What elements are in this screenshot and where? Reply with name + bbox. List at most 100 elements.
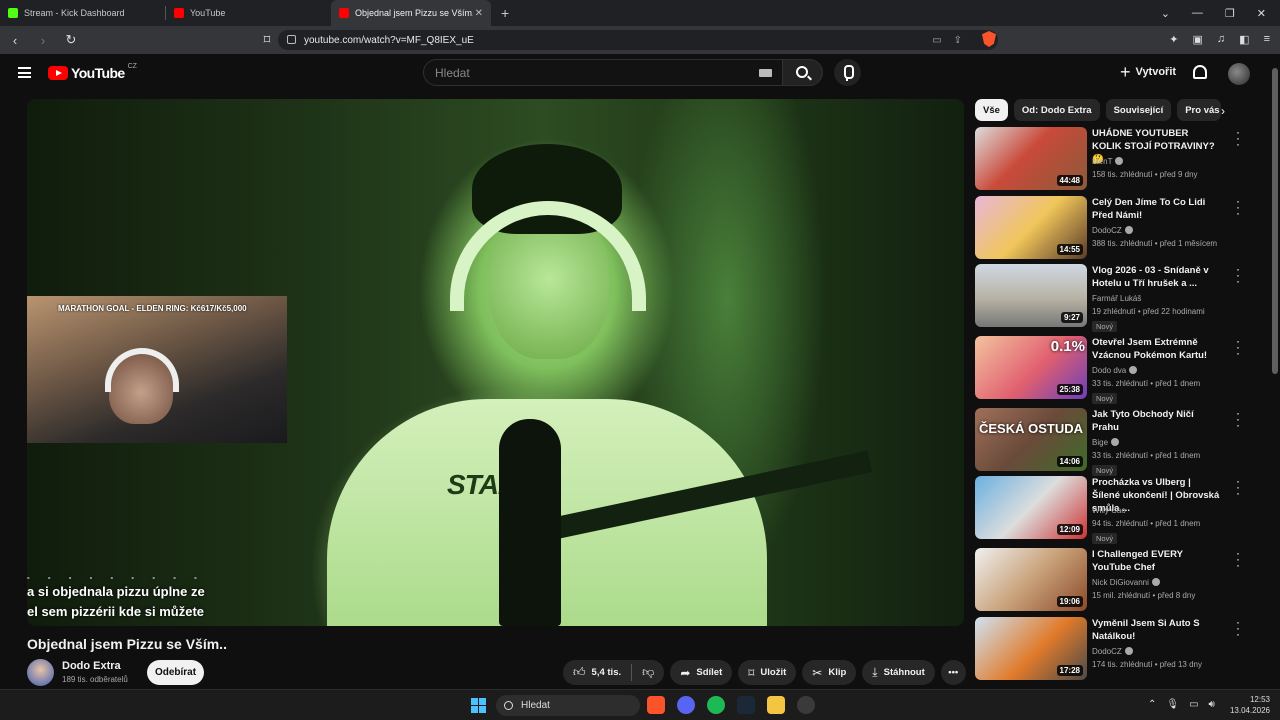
search-button[interactable] [783,59,823,86]
recommendation-item[interactable]: 9:27 Vlog 2026 - 03 - Snídaně v Hotelu u … [975,263,1265,332]
recommendation-channel[interactable]: Nick DiGiovanni [1092,578,1160,587]
scrollbar-thumb[interactable] [1272,68,1278,374]
recommendation-item[interactable]: 44:48 UHÁDNE YOUTUBER KOLIK STOJÍ POTRAVI… [975,126,1265,191]
video-thumbnail[interactable]: 12:09 [975,476,1087,539]
recommendation-item[interactable]: 12:09 Procházka vs Ulberg | Šílené ukonče… [975,475,1265,544]
channel-name[interactable]: Dodo Extra [62,660,121,672]
menu-icon[interactable]: ≡ [1264,33,1270,46]
more-actions-button[interactable]: ••• [940,660,966,685]
recommendation-channel[interactable]: DodoCZ [1092,226,1133,235]
more-options-icon[interactable]: · · · [1234,547,1242,571]
url-field[interactable]: youtube.com/watch?v=MF_Q8IEX_uE ▭ ⇪ [278,30,998,50]
browser-tab-youtube[interactable]: YouTube [166,0,331,26]
recommendation-item[interactable]: 14:55 Celý Den Jíme To Co Lidi Před Námi!… [975,195,1265,260]
clip-button[interactable]: ✂ Klip [802,660,857,685]
recommendation-channel[interactable]: Farmář Lukáš [1092,294,1141,303]
more-options-icon[interactable]: · · · [1234,126,1242,150]
recommendation-channel[interactable]: DodoCZ [1092,647,1133,656]
close-window-icon[interactable]: ✕ [1257,7,1266,20]
save-button[interactable]: ⌑ Uložit [738,660,797,685]
more-options-icon[interactable]: · · · [1234,475,1242,499]
account-avatar[interactable] [1228,63,1250,85]
recommendation-item[interactable]: 0.1% 25:38 Otevřel Jsem Extrémně Vzácnou P… [975,335,1265,404]
recommendation-channel[interactable]: Bige [1092,438,1120,447]
recommendation-item[interactable]: ČESKÁ OSTUDA 14:06 Jak Tyto Obchody Ničí P… [975,407,1265,476]
extensions-icon[interactable]: ✦ [1169,33,1178,46]
dislike-button[interactable]: 👎︎ [632,660,665,685]
chevron-up-icon[interactable]: ⌃ [1148,699,1156,710]
volume-icon[interactable]: 🔊︎ [1209,699,1215,710]
recommendation-title[interactable]: I Challenged EVERY YouTube Chef [1092,548,1220,574]
video-thumbnail[interactable]: 9:27 [975,264,1087,327]
search-input[interactable]: Hledat [423,59,783,86]
recommendation-item[interactable]: 19:06 I Challenged EVERY YouTube Chef Nick… [975,547,1265,612]
back-icon[interactable]: ‹ [6,33,24,48]
discord-icon[interactable] [677,696,695,714]
create-button[interactable]: + Vytvořit [1120,63,1176,81]
browser-tab-active[interactable]: Objednal jsem Pizzu se Vším.. - Y ✕ [331,0,491,26]
share-button[interactable]: ➦ Sdílet [670,660,733,685]
video-thumbnail[interactable]: 44:48 [975,127,1087,190]
recommendation-channel[interactable]: Dodo dva [1092,366,1138,375]
subscribe-button[interactable]: Odebírat [147,660,204,685]
hamburger-menu-icon[interactable] [18,67,31,78]
more-options-icon[interactable]: · · · [1234,407,1242,431]
forward-icon[interactable]: › [34,33,52,48]
cast-icon[interactable]: ▭ [932,35,941,46]
maximize-icon[interactable]: ❐ [1225,7,1235,20]
recommendation-channel[interactable]: MenT [1092,157,1124,166]
recommendation-title[interactable]: Celý Den Jíme To Co Lidi Před Námi! [1092,196,1220,222]
clock[interactable]: 12:53 13.04.2026 [1228,694,1270,716]
close-tab-icon[interactable]: ✕ [475,8,483,19]
wallet-icon[interactable]: ▣ [1193,33,1203,46]
video-thumbnail[interactable]: 14:55 [975,196,1087,259]
recommendation-item[interactable]: 17:28 Vyměnil Jsem Si Auto S Natálkou! Dod… [975,616,1265,681]
notifications-bell-icon[interactable] [1193,65,1207,79]
media-icon[interactable]: ♫ [1217,33,1225,46]
file-explorer-icon[interactable] [767,696,785,714]
more-options-icon[interactable]: · · · [1234,263,1242,287]
keyboard-icon[interactable] [759,69,772,77]
chip-from-channel[interactable]: Od: Dodo Extra [1013,99,1100,121]
share-page-icon[interactable]: ⇪ [954,35,962,46]
video-thumbnail[interactable]: 0.1% 25:38 [975,336,1087,399]
sidebar-toggle-icon[interactable]: ◧ [1239,33,1249,46]
site-info-icon[interactable] [287,35,296,44]
video-thumbnail[interactable]: ČESKÁ OSTUDA 14:06 [975,408,1087,471]
chevron-right-icon[interactable]: › [1221,104,1225,118]
recommendation-title[interactable]: Jak Tyto Obchody Ničí Prahu [1092,408,1220,434]
page-scrollbar[interactable] [1270,54,1280,689]
more-options-icon[interactable]: · · · [1234,335,1242,359]
channel-avatar[interactable] [27,659,54,686]
reload-icon[interactable]: ↻ [62,32,80,48]
bookmark-icon[interactable]: ⌑ [258,32,276,48]
chip-for-you[interactable]: Pro vás [1177,99,1222,121]
chip-all[interactable]: Vše [975,99,1008,121]
steam-icon[interactable] [737,696,755,714]
microphone-icon[interactable]: 🎙︎ [1166,699,1179,710]
windows-start-icon[interactable] [471,698,486,713]
voice-search-icon[interactable] [834,59,861,86]
recommendation-title[interactable]: Vyměnil Jsem Si Auto S Natálkou! [1092,617,1220,643]
youtube-logo[interactable]: YouTube CZ [48,63,137,81]
brave-browser-icon[interactable] [647,696,665,714]
recommendation-channel[interactable]: Willy Cao [1092,506,1126,515]
more-options-icon[interactable]: · · · [1234,195,1242,219]
new-tab-button[interactable]: + [491,0,519,26]
network-icon[interactable]: ▭ [1189,699,1198,710]
chip-related[interactable]: Související [1105,99,1172,121]
download-button[interactable]: ⤓ Stáhnout [862,660,935,685]
browser-tab-kick[interactable]: Stream - Kick Dashboard [0,0,165,26]
video-player[interactable]: STARDE MARATHON GOAL - ELDEN RING: Kč617… [27,99,964,626]
recommendation-title[interactable]: Vlog 2026 - 03 - Snídaně v Hotelu u Tří … [1092,264,1220,290]
like-button[interactable]: 👍︎ 5,4 tis. [563,660,632,685]
recommendation-title[interactable]: Otevřel Jsem Extrémně Vzácnou Pokémon Ka… [1092,336,1220,362]
taskbar-search[interactable]: Hledat [496,695,640,716]
spotify-icon[interactable] [707,696,725,714]
tab-search-icon[interactable]: ⌄ [1161,7,1170,20]
more-options-icon[interactable]: · · · [1234,616,1242,640]
video-thumbnail[interactable]: 19:06 [975,548,1087,611]
video-thumbnail[interactable]: 17:28 [975,617,1087,680]
app-icon[interactable] [797,696,815,714]
minimize-icon[interactable]: — [1192,7,1203,19]
